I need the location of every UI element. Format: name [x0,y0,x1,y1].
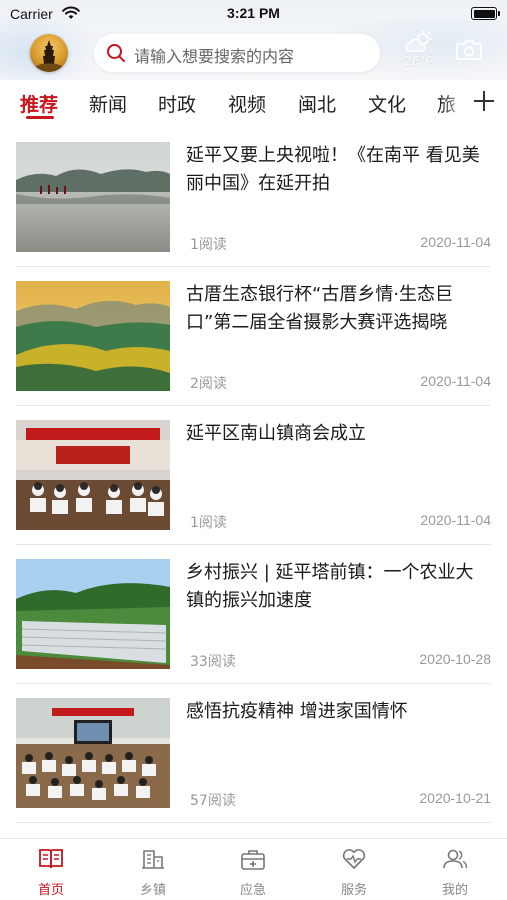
search-icon [107,44,125,62]
news-item[interactable]: 古厝生态银行杯“古厝乡情·生态巨口”第二届全省摄影大赛评选揭晓 2阅读 2020… [0,267,507,406]
tabbar-profile[interactable]: 我的 [415,847,495,898]
bottom-tab-bar: 首页 乡镇 应急 服务 我的 [0,838,507,900]
publish-date: 2020-10-21 [419,790,491,806]
partly-cloudy-icon [405,30,432,52]
read-count: 33阅读 [190,654,236,670]
news-title: 延平区南山镇商会成立 [186,423,366,444]
users-icon [443,849,468,869]
news-item[interactable]: 延平区南山镇商会成立 1阅读 2020-11-04 [0,406,507,545]
news-title: 古厝生态银行杯“古厝乡情·生态巨口”第二届全省摄影大赛评选揭晓 [186,284,454,333]
news-thumbnail [16,559,170,669]
camera-icon[interactable] [455,38,483,62]
news-title: 感悟抗疫精神 增进家国情怀 [186,701,408,722]
publish-date: 2020-10-28 [419,651,491,667]
tab-minbei[interactable]: 闽北 [298,90,336,117]
tabbar-emergency[interactable]: 应急 [213,847,293,898]
book-icon [39,849,63,869]
status-bar: Carrier 3:21 PM [0,0,507,28]
news-title: 乡村振兴 | 延平塔前镇：一个农业大镇的振兴加速度 [186,562,474,611]
tab-news[interactable]: 新闻 [89,90,127,117]
tabbar-label: 乡镇 [139,883,166,898]
app-header: Carrier 3:21 PM 请输入想要搜索的内容 26°C [0,0,507,80]
news-item[interactable]: 延平又要上央视啦！《在南平 看见美丽中国》在延开拍 1阅读 2020-11-04 [0,128,507,267]
divider [16,822,491,823]
tabbar-label: 应急 [239,883,266,898]
search-placeholder: 请输入想要搜索的内容 [134,47,295,66]
read-count: 1阅读 [190,515,227,531]
news-thumbnail [16,420,170,530]
tab-recommend[interactable]: 推荐 [20,90,58,117]
heart-pulse-icon [342,849,366,869]
publish-date: 2020-11-04 [420,373,491,389]
battery-icon [471,7,500,20]
temperature-label: 26°C [404,54,434,68]
read-count: 57阅读 [190,793,236,809]
publish-date: 2020-11-04 [420,512,491,528]
pagoda-logo-icon [36,40,62,72]
news-item[interactable]: 感悟抗疫精神 增进家国情怀 57阅读 2020-10-21 [0,684,507,823]
publish-date: 2020-11-04 [420,234,491,250]
news-thumbnail [16,698,170,808]
tabbar-towns[interactable]: 乡镇 [113,847,193,898]
tabbar-home[interactable]: 首页 [11,847,91,898]
tabbar-label: 首页 [37,883,64,898]
tab-politics[interactable]: 时政 [158,90,196,117]
news-title: 延平又要上央视啦！《在南平 看见美丽中国》在延开拍 [186,145,480,194]
tabbar-label: 我的 [441,883,468,898]
news-thumbnail [16,281,170,391]
weather-widget[interactable]: 26°C [397,30,441,74]
building-icon [142,850,164,869]
add-channel-icon[interactable] [470,86,498,114]
clock: 3:21 PM [227,5,280,21]
app-logo[interactable] [30,34,68,72]
news-item[interactable]: 乡村振兴 | 延平塔前镇：一个农业大镇的振兴加速度 33阅读 2020-10-2… [0,545,507,684]
read-count: 2阅读 [190,376,227,392]
category-tabs: 推荐 新闻 时政 视频 闽北 文化 旅 [0,80,507,126]
tab-culture[interactable]: 文化 [368,90,406,117]
search-bar[interactable]: 请输入想要搜索的内容 [94,34,380,72]
active-tab-indicator [26,116,54,119]
tabs-fade-overlay [440,80,470,126]
tab-video[interactable]: 视频 [228,90,266,117]
tabbar-label: 服务 [340,883,367,898]
tabbar-services[interactable]: 服务 [314,847,394,898]
first-aid-kit-icon [241,850,265,870]
read-count: 1阅读 [190,237,227,253]
news-thumbnail [16,142,170,252]
